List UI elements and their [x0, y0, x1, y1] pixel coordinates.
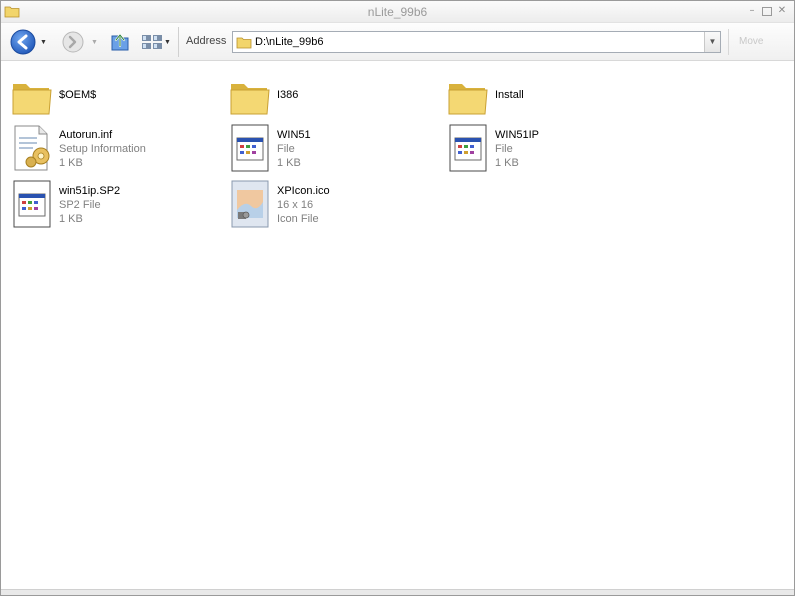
folder-icon: [448, 84, 488, 115]
file-item[interactable]: Install: [447, 70, 524, 120]
file-type: 16 x 16: [277, 199, 314, 211]
toolbar-separator: [178, 27, 179, 57]
file-type: Setup Information: [59, 143, 146, 155]
file-type: File: [277, 143, 295, 155]
file-name: XPIcon.ico: [277, 185, 330, 197]
views-dropdown-icon[interactable]: ▼: [164, 39, 171, 46]
address-label: Address: [186, 35, 227, 47]
folder-icon: [230, 84, 270, 115]
file-name: Autorun.inf: [59, 129, 113, 141]
file-size: 1 KB: [59, 213, 83, 225]
file-item[interactable]: I386: [229, 70, 298, 120]
file-size: 1 KB: [495, 157, 519, 169]
views-icon[interactable]: [141, 33, 165, 51]
file-item[interactable]: win51ip.SP2 SP2 File 1 KB: [11, 178, 120, 228]
file-item[interactable]: $OEM$: [11, 70, 96, 120]
file-size: Icon File: [277, 213, 319, 225]
file-type: SP2 File: [59, 199, 101, 211]
back-dropdown-icon[interactable]: ▼: [40, 39, 47, 46]
back-arrow-icon[interactable]: [10, 29, 36, 55]
window-controls: – ✕: [746, 6, 788, 17]
maximize-button[interactable]: [762, 7, 772, 16]
file-item[interactable]: Autorun.inf Setup Information 1 KB: [11, 122, 146, 172]
icon-file-icon: [231, 180, 269, 228]
folder-icon: [12, 84, 52, 115]
file-size: 1 KB: [277, 157, 301, 169]
folder-icon: [236, 37, 252, 49]
window-title: nLite_99b6: [367, 5, 428, 19]
file-item[interactable]: XPIcon.ico 16 x 16 Icon File: [229, 178, 330, 228]
forward-dropdown-icon[interactable]: ▼: [91, 39, 98, 46]
window-bottom-edge: [1, 589, 794, 595]
file-name: WIN51IP: [495, 129, 540, 141]
up-folder-icon[interactable]: [109, 29, 131, 53]
minimize-button[interactable]: –: [746, 6, 758, 17]
address-dropdown-icon[interactable]: ▼: [704, 32, 720, 52]
address-bar[interactable]: D:\nLite_99b6 ▼: [232, 31, 721, 53]
close-button[interactable]: ✕: [776, 6, 788, 17]
toolbar: ▼ ▼ ▼ Address D:\nLite_99b6 ▼ Move: [1, 23, 794, 61]
go-button[interactable]: Move: [728, 29, 788, 55]
file-type: File: [495, 143, 513, 155]
file-name: I386: [277, 89, 299, 101]
file-name: WIN51: [277, 129, 311, 141]
generic-file-icon: [449, 124, 487, 172]
forward-arrow-icon[interactable]: [62, 31, 84, 53]
file-view[interactable]: $OEM$ I386 Install Autorun.inf Setup Inf…: [1, 62, 794, 588]
file-name: $OEM$: [59, 89, 97, 101]
file-item[interactable]: WIN51 File 1 KB: [229, 122, 311, 172]
title-bar[interactable]: nLite_99b6 – ✕: [1, 1, 794, 23]
file-name: win51ip.SP2: [59, 185, 121, 197]
file-name: Install: [495, 89, 524, 101]
generic-file-icon: [231, 124, 269, 172]
file-size: 1 KB: [59, 157, 83, 169]
file-item[interactable]: WIN51IP File 1 KB: [447, 122, 539, 172]
generic-file-icon: [13, 180, 51, 228]
address-value[interactable]: D:\nLite_99b6: [255, 36, 324, 48]
explorer-window: nLite_99b6 – ✕ ▼ ▼ ▼ Address D:\nLite_99…: [0, 0, 795, 596]
setup-info-icon: [14, 125, 50, 171]
